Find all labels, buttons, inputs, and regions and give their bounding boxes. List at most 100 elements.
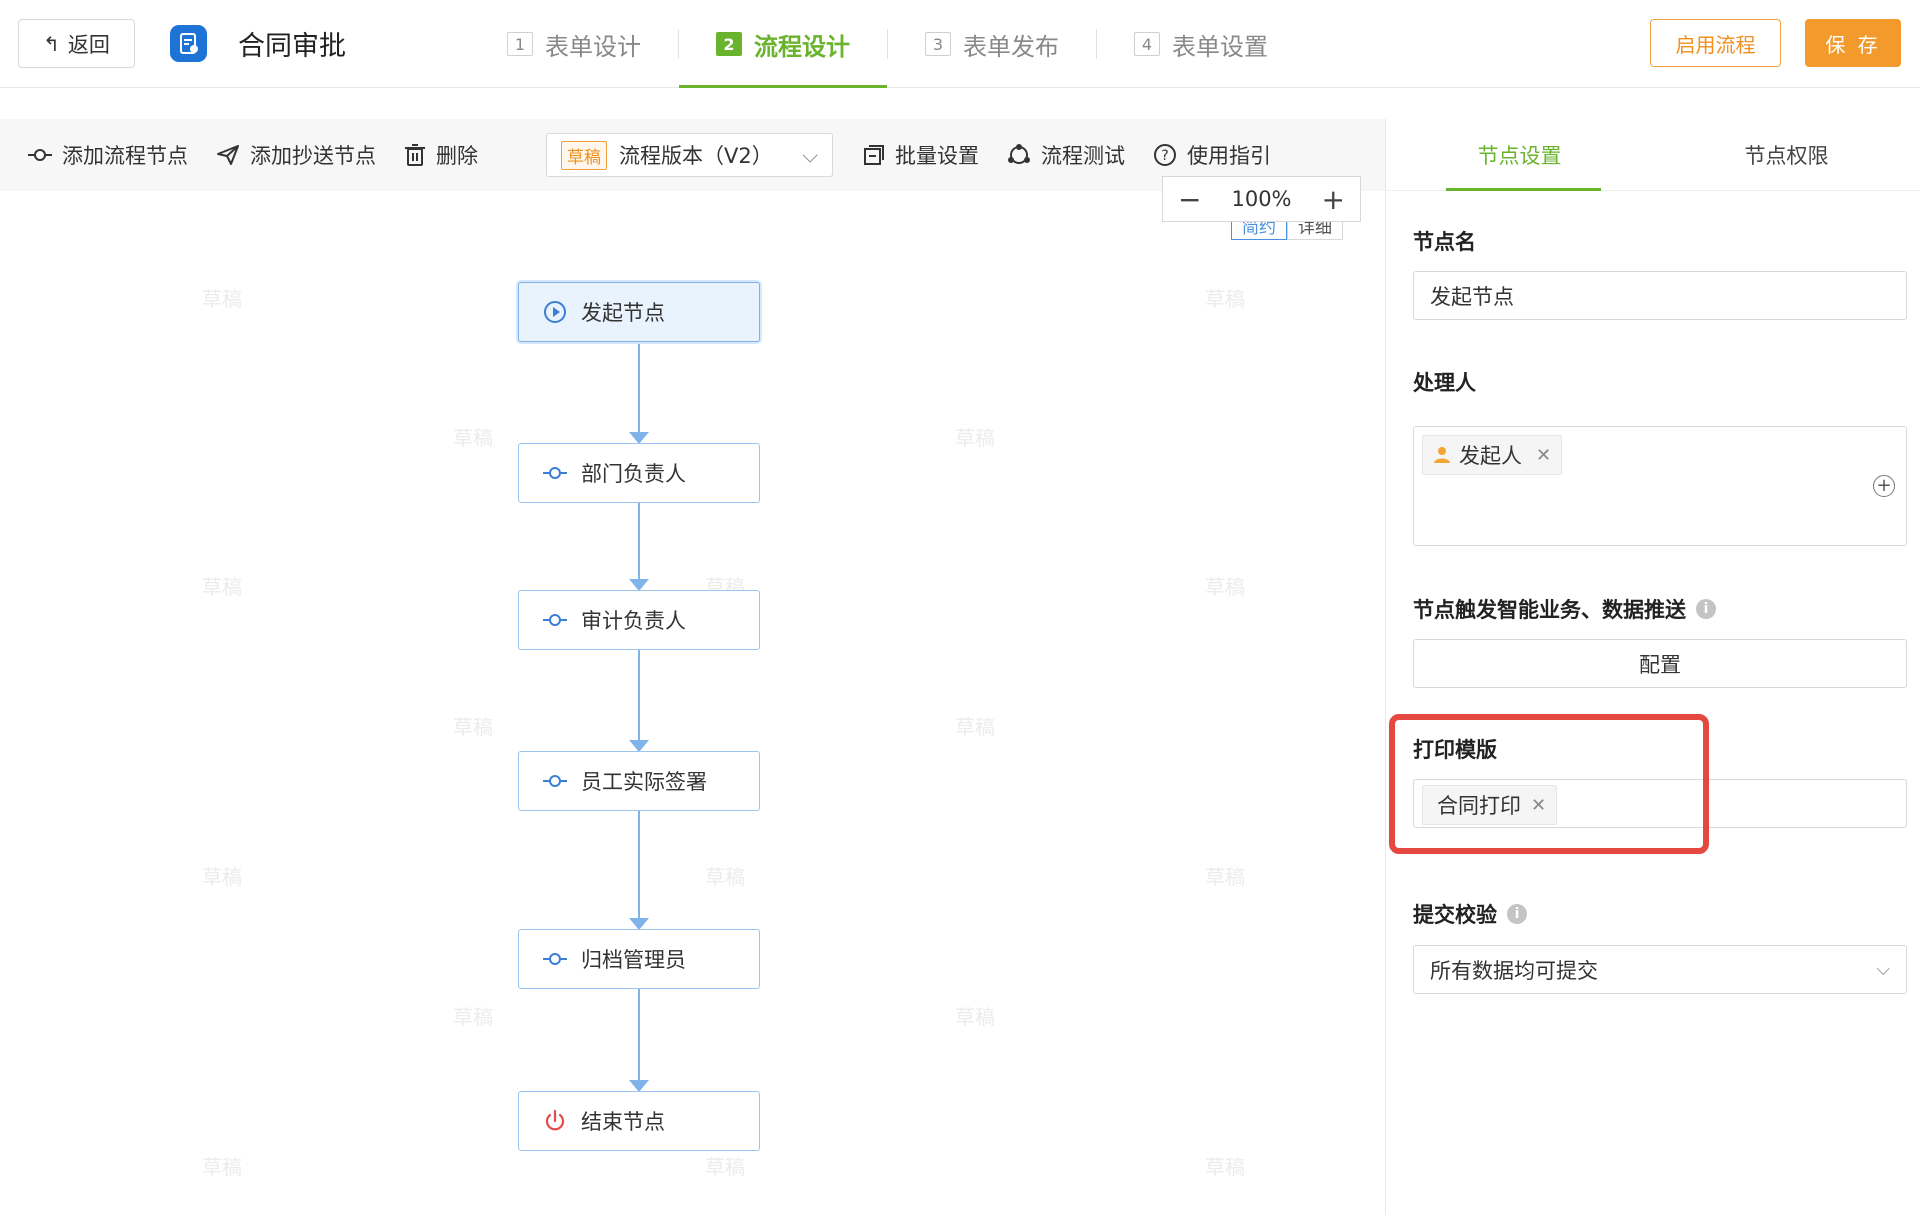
step-tabs: 1 表单设计 2 流程设计 3 表单发布 4 表单设置 [470,0,1305,88]
flow-connector [638,811,640,920]
draft-watermark: 草稿 [453,1005,493,1029]
approval-node-icon [543,467,567,479]
node-name-input[interactable]: 发起节点 [1413,271,1907,320]
test-flow-icon [1008,144,1030,164]
flow-canvas[interactable]: 草稿 草稿 草稿 草稿 草稿 草稿 草稿 草稿 草稿 草稿 草稿 草稿 草稿 草… [0,191,1385,1215]
version-select[interactable]: 草稿 流程版本（V2） ⌵ [546,133,833,177]
node-name-label-text: 节点名 [1413,230,1476,254]
panel-tabs: 节点设置 节点权限 [1386,119,1920,191]
help-icon: ? [1154,144,1176,166]
draft-watermark: 草稿 [453,426,493,450]
tab-form-design[interactable]: 1 表单设计 [470,0,678,88]
submit-check-label: 提交校验 i [1413,899,1527,929]
node-settings-panel: 节点设置 节点权限 节点名 发起节点 处理人 发起人 ✕ + 节点触发智能业务、… [1385,119,1920,1215]
return-arrow-icon: ↰ [43,31,60,56]
flow-test-label: 流程测试 [1041,144,1125,168]
tab-node-permission[interactable]: 节点权限 [1653,119,1920,190]
node-label: 部门负责人 [581,462,686,486]
batch-settings-label: 批量设置 [895,144,979,168]
flow-connector [638,650,640,742]
guide-label: 使用指引 [1187,144,1271,168]
step-label: 流程设计 [754,32,850,61]
add-cc-node-button[interactable]: 添加抄送节点 [216,140,376,170]
tab-form-publish[interactable]: 3 表单发布 [888,0,1096,88]
flow-node-end[interactable]: 结束节点 [518,1091,760,1151]
version-value: 流程版本（V2） [619,144,773,168]
draft-watermark: 草稿 [202,575,242,599]
delete-button[interactable]: 删除 [404,140,478,170]
draft-badge: 草稿 [561,140,607,170]
draft-watermark: 草稿 [1205,1155,1245,1179]
draft-watermark: 草稿 [955,426,995,450]
trash-icon [405,144,425,166]
flow-node-approve[interactable]: 归档管理员 [518,929,760,989]
step-number: 1 [507,32,533,56]
submit-check-value: 所有数据均可提交 [1430,958,1598,983]
handler-chip: 发起人 ✕ [1422,435,1563,475]
add-flow-node-button[interactable]: 添加流程节点 [28,140,188,170]
back-button[interactable]: ↰ 返回 [18,19,135,68]
user-icon [1434,447,1450,463]
node-label: 发起节点 [581,301,665,325]
flow-node-approve[interactable]: 部门负责人 [518,443,760,503]
flow-node-approve[interactable]: 员工实际签署 [518,751,760,811]
step-label: 表单设计 [545,32,641,61]
flow-test-button[interactable]: 流程测试 [1007,140,1125,170]
zoom-out-button[interactable]: − [1178,183,1201,216]
highlight-box [1389,714,1709,854]
node-label: 归档管理员 [581,948,686,972]
trigger-label-text: 节点触发智能业务、数据推送 [1413,598,1686,622]
zoom-level: 100% [1231,187,1292,211]
handler-label-text: 处理人 [1413,371,1476,395]
step-number: 3 [925,32,951,56]
chevron-down-icon: ⌵ [1876,959,1890,980]
zoom-control: − 100% + [1162,176,1361,222]
node-label: 审计负责人 [581,609,686,633]
handler-chip-label: 发起人 [1459,444,1522,468]
draft-watermark: 草稿 [1205,865,1245,889]
info-icon[interactable]: i [1507,904,1527,924]
add-handler-icon[interactable]: + [1873,475,1895,497]
step-number: 4 [1134,32,1160,56]
flow-connector [638,342,640,434]
add-cc-node-label: 添加抄送节点 [250,144,376,168]
submit-check-select[interactable]: 所有数据均可提交 ⌵ [1413,945,1907,994]
node-label: 员工实际签署 [581,770,707,794]
draft-watermark: 草稿 [1205,287,1245,311]
flow-connector [638,989,640,1082]
handler-label: 处理人 [1413,367,1476,397]
flow-node-start[interactable]: 发起节点 [518,282,760,342]
step-label: 表单设置 [1172,32,1268,61]
draft-watermark: 草稿 [955,1005,995,1029]
config-button[interactable]: 配置 [1413,639,1907,688]
draft-watermark: 草稿 [705,865,745,889]
draft-watermark: 草稿 [202,865,242,889]
remove-chip-icon[interactable]: ✕ [1536,445,1551,466]
submit-check-label-text: 提交校验 [1413,903,1497,927]
save-button[interactable]: 保 存 [1805,19,1901,67]
back-button-label: 返回 [67,32,110,57]
node-icon [28,149,52,161]
draft-watermark: 草稿 [202,287,242,311]
form-app-icon [170,25,207,62]
batch-settings-button[interactable]: 批量设置 [863,140,979,170]
play-circle-icon [544,301,566,323]
flow-connector [638,503,640,581]
tab-node-settings[interactable]: 节点设置 [1386,119,1653,191]
draft-watermark: 草稿 [955,715,995,739]
node-name-label: 节点名 [1413,226,1476,256]
power-icon [545,1109,565,1131]
svg-text:?: ? [1161,148,1168,164]
tab-form-settings[interactable]: 4 表单设置 [1097,0,1305,88]
approval-node-icon [543,775,567,787]
guide-button[interactable]: ? 使用指引 [1153,140,1271,170]
draft-watermark: 草稿 [202,1155,242,1179]
info-icon[interactable]: i [1696,599,1716,619]
delete-label: 删除 [436,144,478,168]
enable-flow-button[interactable]: 启用流程 [1650,19,1781,67]
zoom-in-button[interactable]: + [1322,183,1345,216]
tab-flow-design[interactable]: 2 流程设计 [679,0,887,88]
draft-watermark: 草稿 [453,715,493,739]
draft-watermark: 草稿 [705,1155,745,1179]
flow-node-approve[interactable]: 审计负责人 [518,590,760,650]
